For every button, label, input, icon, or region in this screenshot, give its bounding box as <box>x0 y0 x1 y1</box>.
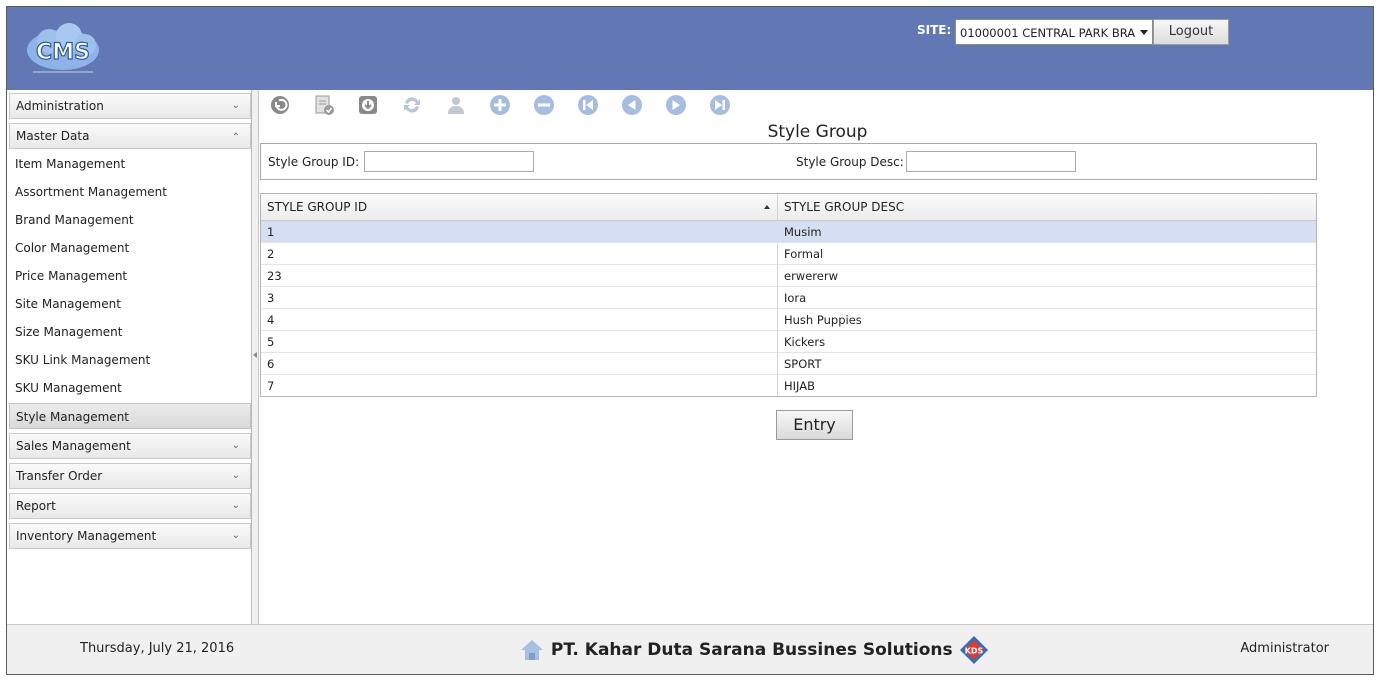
style-group-desc-label: Style Group Desc: <box>796 155 904 169</box>
cell-style-group-desc: Musim <box>784 225 822 239</box>
table-row[interactable]: 3 Iora <box>261 287 1316 309</box>
home-icon[interactable] <box>519 638 545 662</box>
user-icon[interactable] <box>445 94 467 116</box>
site-label: SITE: <box>917 23 952 37</box>
cell-style-group-id: 5 <box>267 335 275 349</box>
sidebar-section-label: Transfer Order <box>16 469 103 483</box>
site-dropdown[interactable]: 01000001 CENTRAL PARK BRA <box>955 19 1153 45</box>
sidebar-section-report[interactable]: Report ⌄ <box>9 493 251 519</box>
cell-style-group-desc: erwererw <box>784 269 838 283</box>
sidebar-section-master-data[interactable]: Master Data ⌃ <box>9 123 251 149</box>
svg-text:KDS: KDS <box>964 647 983 656</box>
style-group-id-label: Style Group ID: <box>268 155 360 169</box>
table-row[interactable]: 5 Kickers <box>261 331 1316 353</box>
logout-button[interactable]: Logout <box>1153 19 1229 45</box>
sidebar-item-sku-management[interactable]: SKU Management <box>15 377 122 399</box>
table-row[interactable]: 6 SPORT <box>261 353 1316 375</box>
refresh-icon[interactable] <box>401 94 423 116</box>
sidebar-item-color-management[interactable]: Color Management <box>15 237 129 259</box>
app-header: CMS SITE: 01000001 CENTRAL PARK BRA Logo… <box>7 7 1373 90</box>
footer-user: Administrator <box>1240 641 1329 656</box>
previous-record-icon[interactable] <box>621 94 643 116</box>
entry-button[interactable]: Entry <box>776 410 853 440</box>
cell-style-group-id: 2 <box>267 247 275 261</box>
cell-style-group-id: 1 <box>267 225 275 239</box>
next-record-icon[interactable] <box>665 94 687 116</box>
remove-icon[interactable] <box>533 94 555 116</box>
cell-style-group-id: 3 <box>267 291 275 305</box>
chevron-up-icon: ⌃ <box>231 132 240 143</box>
table-row[interactable]: 7 HIJAB <box>261 375 1316 397</box>
filter-panel: Style Group ID: Style Group Desc: <box>260 143 1317 180</box>
sidebar-section-label: Sales Management <box>16 439 131 453</box>
cell-style-group-id: 4 <box>267 313 275 327</box>
sidebar-section-label: Master Data <box>16 129 90 143</box>
sidebar-item-style-management[interactable]: Style Management <box>9 403 251 429</box>
sidebar-item-item-management[interactable]: Item Management <box>15 153 125 175</box>
download-icon[interactable] <box>357 94 379 116</box>
style-group-desc-input[interactable] <box>906 151 1076 172</box>
cell-style-group-desc: SPORT <box>784 357 822 371</box>
undo-icon[interactable] <box>269 94 291 116</box>
sidebar-section-label: Administration <box>16 99 104 113</box>
cell-style-group-desc: Formal <box>784 247 824 261</box>
company-name: PT. Kahar Duta Sarana Bussines Solutions <box>550 640 953 660</box>
cell-style-group-desc: HIJAB <box>784 379 815 393</box>
sidebar-section-administration[interactable]: Administration ⌄ <box>9 93 251 119</box>
sidebar-item-sku-link-management[interactable]: SKU Link Management <box>15 349 150 371</box>
chevron-down-icon: ⌄ <box>231 530 240 541</box>
table-row[interactable]: 2 Formal <box>261 243 1316 265</box>
sidebar-splitter[interactable] <box>252 90 259 624</box>
column-header-style-group-desc[interactable]: STYLE GROUP DESC <box>778 194 904 221</box>
chevron-down-icon: ⌄ <box>231 440 240 451</box>
sidebar-section-label: Inventory Management <box>16 529 157 543</box>
sidebar-item-assortment-management[interactable]: Assortment Management <box>15 181 167 203</box>
chevron-down-icon: ⌄ <box>231 100 240 111</box>
app-window: CMS SITE: 01000001 CENTRAL PARK BRA Logo… <box>6 6 1374 675</box>
sidebar-section-transfer-order[interactable]: Transfer Order ⌄ <box>9 463 251 489</box>
chevron-down-icon: ⌄ <box>231 470 240 481</box>
app-footer: Thursday, July 21, 2016 PT. Kahar Duta S… <box>7 624 1373 674</box>
sidebar: Administration ⌄ Master Data ⌃ Item Mana… <box>7 90 252 624</box>
page-title: Style Group <box>767 122 868 142</box>
sidebar-item-site-management[interactable]: Site Management <box>15 293 121 315</box>
main-content: Style Group Style Group ID: Style Group … <box>260 90 1373 624</box>
table-row[interactable]: 23 erwererw <box>261 265 1316 287</box>
sidebar-item-brand-management[interactable]: Brand Management <box>15 209 134 231</box>
footer-date: Thursday, July 21, 2016 <box>80 641 235 656</box>
style-group-id-input[interactable] <box>364 151 534 172</box>
chevron-down-icon: ⌄ <box>231 500 240 511</box>
style-group-table: STYLE GROUP ID STYLE GROUP DESC 1 Musim … <box>260 193 1317 397</box>
cell-style-group-desc: Hush Puppies <box>784 313 862 327</box>
sidebar-section-sales-management[interactable]: Sales Management ⌄ <box>9 433 251 459</box>
table-header: STYLE GROUP ID STYLE GROUP DESC <box>261 194 1316 221</box>
add-icon[interactable] <box>489 94 511 116</box>
first-record-icon[interactable] <box>577 94 599 116</box>
column-header-style-group-id[interactable]: STYLE GROUP ID <box>261 194 367 221</box>
cell-style-group-id: 23 <box>267 269 282 283</box>
sort-ascending-icon <box>764 205 770 209</box>
cell-style-group-id: 7 <box>267 379 275 393</box>
table-row[interactable]: 4 Hush Puppies <box>261 309 1316 331</box>
sidebar-item-size-management[interactable]: Size Management <box>15 321 123 343</box>
cms-logo: CMS <box>27 23 99 73</box>
site-dropdown-value: 01000001 CENTRAL PARK BRA <box>960 26 1136 40</box>
footer-company: PT. Kahar Duta Sarana Bussines Solutions… <box>519 635 989 665</box>
cell-style-group-id: 6 <box>267 357 275 371</box>
chevron-down-icon <box>1140 30 1148 35</box>
cell-style-group-desc: Kickers <box>784 335 826 349</box>
kds-logo: KDS <box>959 636 988 664</box>
table-row[interactable]: 1 Musim <box>261 221 1316 243</box>
cell-style-group-desc: Iora <box>784 291 807 305</box>
svg-text:CMS: CMS <box>36 40 90 65</box>
last-record-icon[interactable] <box>709 94 731 116</box>
sidebar-section-inventory-management[interactable]: Inventory Management ⌄ <box>9 523 251 549</box>
collapse-arrow-icon <box>253 352 257 358</box>
approve-document-icon[interactable] <box>313 94 335 116</box>
sidebar-section-label: Report <box>16 499 56 513</box>
sidebar-item-price-management[interactable]: Price Management <box>15 265 127 287</box>
